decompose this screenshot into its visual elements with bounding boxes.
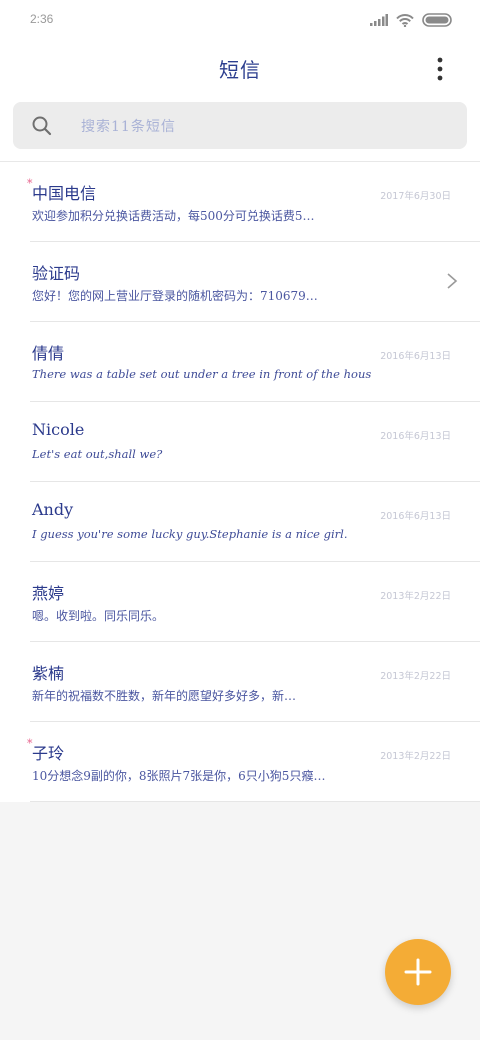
conversation-preview: 欢迎参加积分兑换话费活动，每500分可兑换话费5… [32,209,315,223]
conversation-name: 倩倩 [32,344,65,363]
page-title: 短信 [219,58,261,82]
conversation-name: Nicole [32,420,85,439]
app-header: 短信 [0,40,480,96]
conversation-preview: Let's eat out,shall we? [32,447,163,461]
plus-icon [404,958,432,986]
wifi-icon [396,13,414,27]
conversation-preview: 您好！您的网上营业厅登录的随机密码为：710679… [32,289,318,303]
status-time: 2:36 [30,12,54,26]
conversation-date: 2016年6月13日 [380,511,451,522]
conversation-preview: There was a table set out under a tree i… [32,367,372,381]
conversation-item[interactable]: 紫楠 2013年2月22日 新年的祝福数不胜数，新年的愿望好多好多，新… [30,642,480,722]
conversation-item[interactable]: 子玲 2013年2月22日 10分想念9副的你，8张照片7张是你，6只小狗5只瘊… [27,722,480,802]
conversation-item[interactable]: Andy 2016年6月13日 I guess you're some luck… [30,482,480,562]
conversation-preview: 10分想念9副的你，8张照片7张是你，6只小狗5只瘊… [32,769,326,783]
conversation-name: 紫楠 [32,664,65,683]
conversation-date: 2017年6月30日 [380,191,451,202]
conversation-item[interactable]: 验证码 您好！您的网上营业厅登录的随机密码为：710679… [30,242,480,322]
conversation-item[interactable]: 燕婷 2013年2月22日 嗯。收到啦。同乐同乐。 [30,562,480,642]
status-bar: 2:36 [0,0,480,40]
conversation-preview: 嗯。收到啦。同乐同乐。 [32,609,165,623]
conversation-list: 中国电信 2017年6月30日 欢迎参加积分兑换话费活动，每500分可兑换话费5… [0,162,480,802]
more-options-button[interactable] [424,54,456,84]
conversation-name: 燕婷 [32,584,65,603]
conversation-preview: I guess you're some lucky guy.Stephanie … [32,527,348,541]
search-icon [32,116,52,136]
conversation-date: 2016年6月13日 [380,431,451,442]
conversation-name: 验证码 [32,264,81,283]
conversation-name: Andy [32,500,74,519]
more-vertical-icon [437,57,443,81]
conversation-date: 2013年2月22日 [380,671,451,682]
chevron-right-icon [447,273,458,289]
conversation-name: 中国电信 [27,177,96,204]
conversation-name: 子玲 [27,737,64,764]
conversation-item[interactable]: 倩倩 2016年6月13日 There was a table set out … [30,322,480,402]
new-message-button[interactable] [385,939,451,1005]
conversation-item[interactable]: Nicole 2016年6月13日 Let's eat out,shall we… [30,402,480,482]
conversation-date: 2013年2月22日 [380,751,451,762]
status-icons [370,12,452,28]
conversation-item[interactable]: 中国电信 2017年6月30日 欢迎参加积分兑换话费活动，每500分可兑换话费5… [27,162,480,242]
search-placeholder: 搜索11条短信 [81,119,176,135]
signal-icon [370,14,388,26]
conversation-preview: 新年的祝福数不胜数，新年的愿望好多好多，新… [32,689,297,703]
conversation-date: 2016年6月13日 [380,351,451,362]
conversation-date: 2013年2月22日 [380,591,451,602]
search-box[interactable]: 搜索11条短信 [13,102,467,149]
battery-icon [422,13,452,27]
